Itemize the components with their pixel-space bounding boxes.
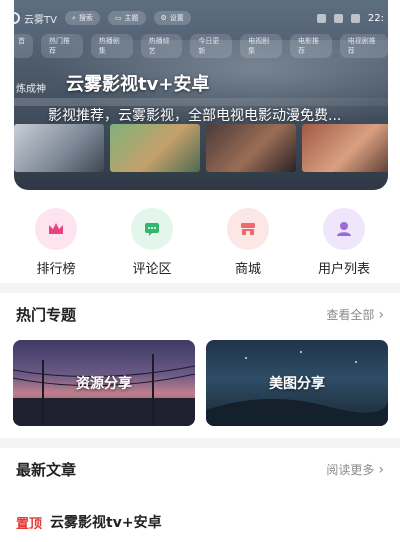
section-title: 最新文章 <box>16 461 77 479</box>
logo-text: 云雾TV <box>24 14 57 26</box>
topic-label: 资源分享 <box>76 376 132 392</box>
article-title: 云雾影视tv+安卓 <box>50 515 162 531</box>
category-row: 首 热门推荐 热播剧集 热播综艺 今日更新 电视剧集 电影推荐 电视剧推荐 <box>14 34 388 58</box>
category-item[interactable]: 热门推荐 <box>41 34 83 58</box>
section-divider <box>0 438 400 448</box>
banner-side-label: 炼成神 <box>16 84 46 95</box>
user-icon <box>323 208 365 250</box>
chevron-right-icon: › <box>378 306 384 323</box>
search-pill[interactable]: ⌕ 搜索 <box>64 11 100 25</box>
quick-link-comments[interactable]: 评论区 <box>112 208 192 277</box>
thumbnail[interactable] <box>206 124 296 172</box>
quick-link-ranking[interactable]: 排行榜 <box>16 208 96 277</box>
banner-topbar: 云雾TV ⌕ 搜索 ▭ 主题 ⚙ 设置 22: <box>14 8 388 28</box>
read-more-link[interactable]: 阅读更多 › <box>326 461 384 478</box>
settings-pill[interactable]: ⚙ 设置 <box>153 11 191 25</box>
comment-icon <box>131 208 173 250</box>
article-item[interactable]: 置顶 云雾影视tv+安卓 <box>16 512 162 532</box>
thumbnail[interactable] <box>110 124 200 172</box>
topics-header: 热门专题 查看全部 › <box>16 304 384 325</box>
search-icon: ⌕ <box>71 13 76 22</box>
theme-pill[interactable]: ▭ 主题 <box>107 11 146 25</box>
quick-link-label: 商城 <box>234 262 261 277</box>
category-item[interactable]: 热播剧集 <box>90 34 133 58</box>
thumbnail[interactable] <box>302 124 388 172</box>
quick-link-label: 排行榜 <box>36 262 76 277</box>
quick-link-users[interactable]: 用户列表 <box>304 208 384 277</box>
quick-link-store[interactable]: 商城 <box>208 208 288 277</box>
user-icon <box>316 13 326 23</box>
topic-card-resources[interactable]: 资源分享 <box>13 340 195 426</box>
banner-thumbnails <box>14 124 388 172</box>
logo-ring-icon <box>14 12 20 24</box>
pinned-badge: 置顶 <box>16 516 43 532</box>
wifi-icon <box>333 13 343 23</box>
clock: 22: <box>367 12 384 24</box>
quick-link-label: 用户列表 <box>317 262 370 277</box>
chevron-right-icon: › <box>378 461 384 478</box>
settings-icon: ⚙ <box>160 14 167 22</box>
category-item[interactable]: 首 <box>14 34 33 58</box>
category-item[interactable]: 电视剧推荐 <box>339 34 388 58</box>
message-icon <box>350 13 360 23</box>
topbar-status: 22: <box>316 12 388 24</box>
category-item[interactable]: 热播综艺 <box>140 34 183 58</box>
section-divider <box>0 283 400 293</box>
tv-logo: 云雾TV <box>14 11 57 26</box>
banner-subtitle: 影视推荐，云雾影视，全部电视电影动漫免费... <box>48 108 342 124</box>
section-title: 热门专题 <box>16 306 77 324</box>
thumbnail[interactable] <box>14 124 104 172</box>
banner-title: 云雾影视tv+安卓 <box>66 74 210 95</box>
crown-icon <box>35 208 77 250</box>
store-icon <box>227 208 269 250</box>
category-item[interactable]: 电影推荐 <box>289 34 332 58</box>
category-item[interactable]: 电视剧集 <box>240 34 282 58</box>
view-all-link[interactable]: 查看全部 › <box>326 306 384 323</box>
quick-link-label: 评论区 <box>132 262 172 277</box>
articles-header: 最新文章 阅读更多 › <box>16 459 384 480</box>
hero-banner[interactable]: 云雾TV ⌕ 搜索 ▭ 主题 ⚙ 设置 22: 首 热门推荐 热播剧集 热播综艺… <box>14 0 388 190</box>
topic-label: 美图分享 <box>269 376 325 392</box>
category-item[interactable]: 今日更新 <box>190 34 233 58</box>
theme-icon: ▭ <box>114 14 122 22</box>
quick-links: 排行榜 评论区 商城 用户列表 <box>0 208 400 277</box>
topic-card-images[interactable]: 美图分享 <box>206 340 388 426</box>
